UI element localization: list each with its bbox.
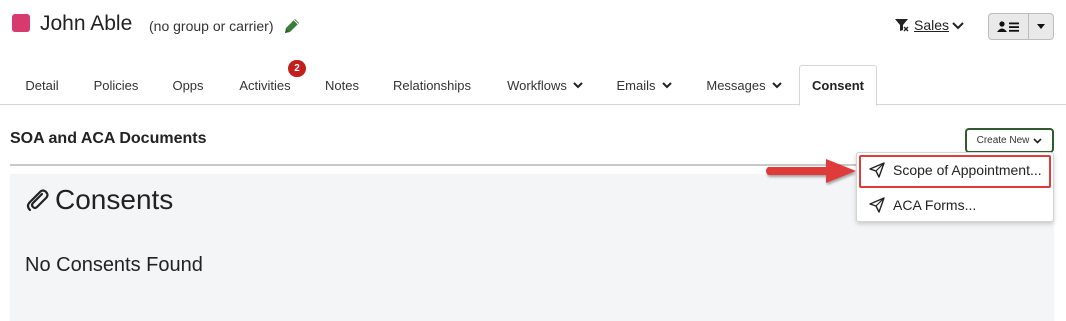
activities-count-badge: 2 [288,60,306,77]
funnel-icon [895,19,909,32]
tab-emails[interactable]: Emails [608,65,680,105]
tab-messages[interactable]: Messages [696,65,792,105]
tab-policies[interactable]: Policies [84,65,148,105]
chevron-down-icon [661,81,672,88]
tab-label: Workflows [507,77,567,93]
tab-relationships[interactable]: Relationships [382,65,482,105]
tab-opps[interactable]: Opps [162,65,214,105]
tab-detail[interactable]: Detail [14,65,70,105]
group-carrier-text: (no group or carrier) [149,18,274,34]
empty-state-message: No Consents Found [25,254,203,276]
menu-item-scope-of-appointment[interactable]: Scope of Appointment... [857,154,1053,186]
tab-label: Messages [706,77,766,93]
contact-header: John Able (no group or carrier) Sales [0,0,1066,52]
caret-down-icon [1037,24,1045,29]
tab-label: Emails [616,77,656,93]
tab-label: Consent [812,78,864,93]
user-menu-caret[interactable] [1029,14,1053,39]
create-new-button[interactable]: Create New [965,128,1054,153]
contact-color-badge [12,14,30,32]
chevron-down-icon [573,81,583,88]
tab-label: Relationships [392,77,472,93]
tab-label: Opps [172,77,204,93]
section-title: SOA and ACA Documents [10,130,207,147]
annotation-arrow-icon [766,159,856,183]
create-new-dropdown: Scope of Appointment... ACA Forms... [856,152,1054,222]
paper-plane-icon [869,162,885,178]
menu-item-label: Scope of Appointment... [893,162,1042,178]
consents-heading: Consents [55,184,174,215]
create-new-label: Create New [976,135,1030,146]
paperclip-icon [26,189,49,212]
user-list-icon [996,20,1019,32]
tab-label: Detail [25,77,59,93]
tab-label: Activities [239,77,291,93]
chevron-down-icon[interactable] [952,21,964,31]
contact-name: John Able [40,12,133,35]
pipeline-selector[interactable]: Sales [914,17,949,33]
chevron-down-icon [771,81,782,88]
pencil-icon[interactable] [282,16,302,36]
paper-plane-icon [869,197,885,213]
user-menu-button[interactable] [988,13,1054,40]
tab-label: Notes [325,77,359,93]
tab-workflows[interactable]: Workflows [496,65,594,105]
tab-consent[interactable]: Consent [799,65,877,106]
contact-tabs: Detail Policies Opps Activities Notes Re… [0,65,1066,106]
menu-item-aca-forms[interactable]: ACA Forms... [857,189,1053,221]
tab-notes[interactable]: Notes [316,65,368,105]
tab-label: Policies [93,77,139,93]
chevron-down-icon [1033,137,1042,144]
menu-item-label: ACA Forms... [893,197,977,213]
user-list-toggle[interactable] [989,14,1029,39]
